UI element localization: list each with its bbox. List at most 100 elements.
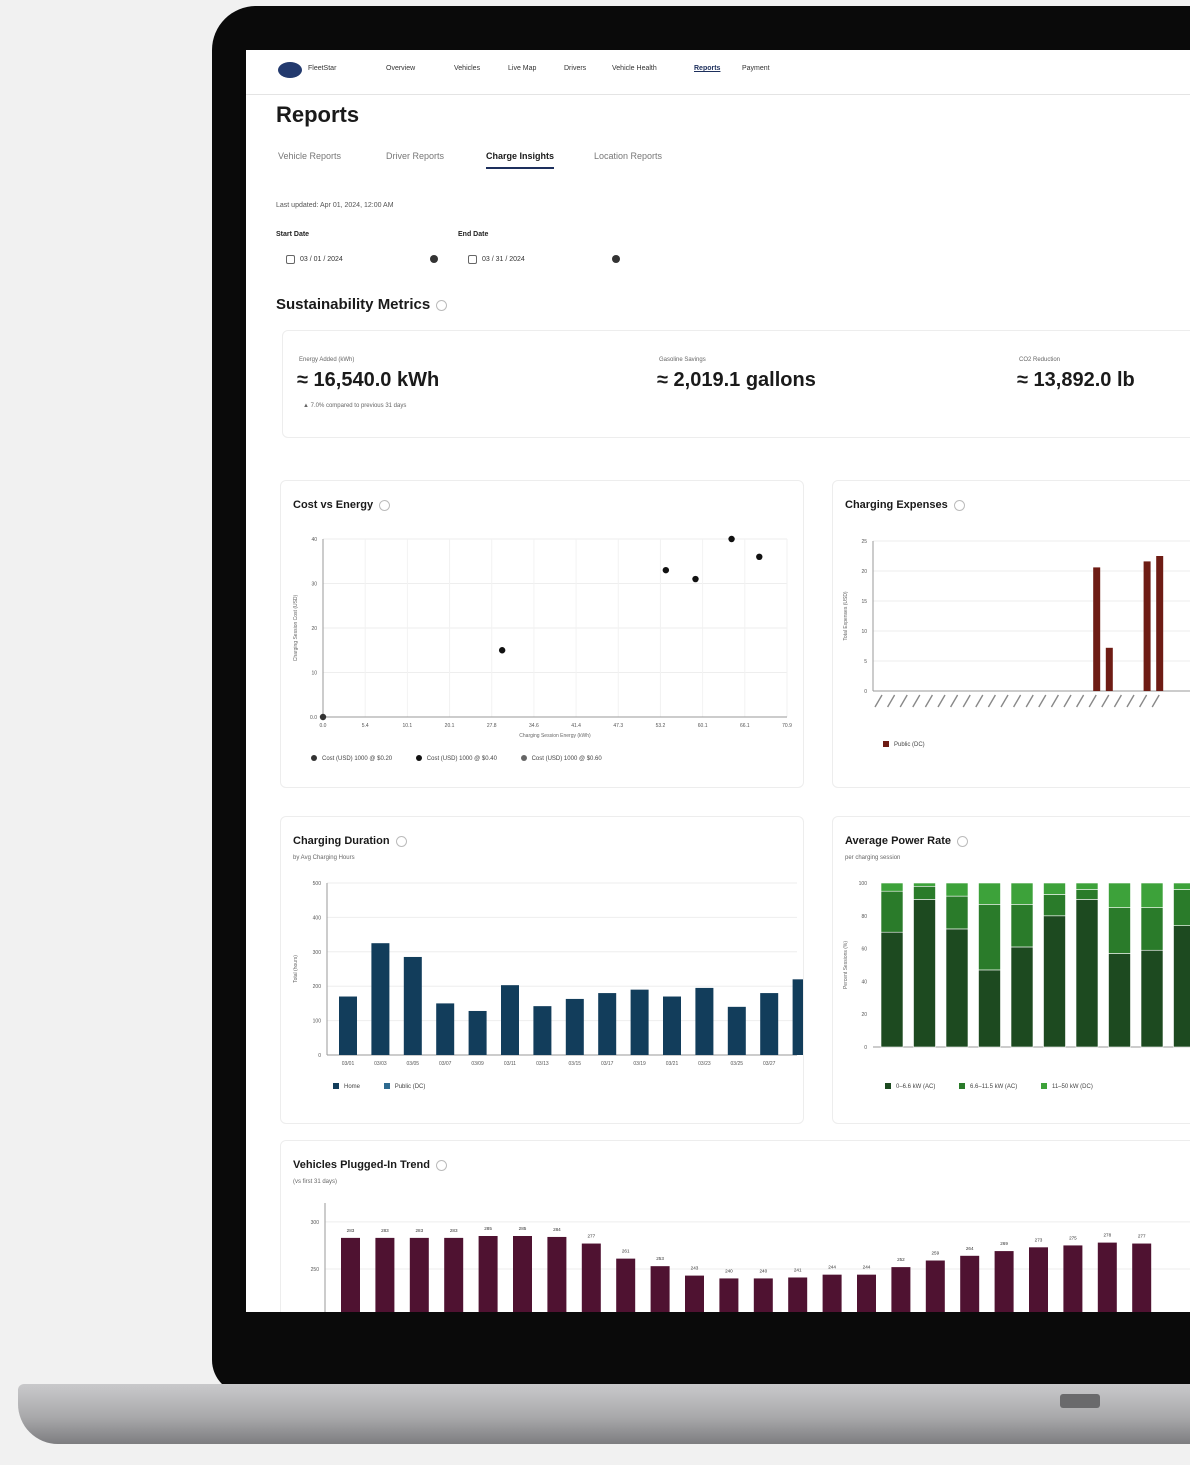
x-tick-mark [1113, 694, 1123, 708]
trend-bar [685, 1275, 704, 1312]
info-icon[interactable] [379, 499, 391, 511]
end-date-input[interactable]: 03 / 31 / 2024 [458, 250, 626, 272]
metric-energy-change: ▲ 7.0% compared to previous 31 days [303, 403, 407, 409]
clear-icon[interactable] [612, 255, 620, 263]
average-power-rate-plot: 0 20 40 60 80 100 Percent Sessions (%) [843, 881, 1190, 1051]
calendar-icon [468, 255, 477, 264]
trend-bar [753, 1278, 773, 1312]
y-tick-label: 300 [313, 950, 322, 956]
legend-item[interactable]: 6.6–11.5 kW (AC) [959, 1083, 1017, 1090]
data-label: 284 [553, 1227, 561, 1232]
info-icon[interactable] [436, 299, 448, 311]
data-label: 283 [381, 1228, 389, 1233]
page-title: Reports [276, 102, 360, 127]
legend-label: Cost (USD) 1000 @ $0.20 [322, 755, 393, 762]
trend-bar [478, 1236, 498, 1312]
power-rate-bar-segment [1043, 894, 1066, 917]
x-tick-label: 03/17 [601, 1061, 614, 1067]
duration-bar [760, 993, 779, 1055]
legend-item[interactable]: 0–6.6 kW (AC) [885, 1083, 936, 1090]
nav-brand[interactable]: FleetStar [308, 65, 336, 72]
nav-item-live-map[interactable]: Live Map [508, 65, 536, 72]
x-tick-label: 53.2 [656, 723, 666, 729]
legend-label: Cost (USD) 1000 @ $0.40 [426, 755, 497, 762]
tab-location-reports[interactable]: Location Reports [594, 151, 662, 161]
power-rate-bar-segment [1010, 904, 1034, 948]
nav-item-vehicle-health[interactable]: Vehicle Health [612, 65, 657, 72]
x-tick-label: 10.1 [402, 723, 412, 729]
y-tick-label: 100 [313, 1019, 322, 1025]
data-label: 278 [1103, 1233, 1111, 1238]
y-tick-label: 5 [864, 659, 867, 665]
tab-charge-insights[interactable]: Charge Insights [486, 151, 555, 169]
clear-icon[interactable] [430, 255, 438, 263]
scatter-point [319, 713, 327, 721]
legend-label: 0–6.6 kW (AC) [896, 1083, 936, 1090]
duration-bar [630, 989, 649, 1055]
expense-bar [1156, 556, 1164, 691]
legend-item[interactable]: Home [333, 1083, 360, 1090]
power-rate-bar-segment [913, 882, 936, 887]
duration-bar [663, 996, 681, 1055]
trend-bar [616, 1258, 636, 1312]
x-tick-mark [1025, 694, 1034, 708]
y-tick-label: 0.0 [310, 715, 317, 721]
y-tick-label: 0 [318, 1053, 321, 1059]
top-nav: FleetStar Overview Vehicles Live Map Dri… [246, 50, 1190, 95]
trend-bar [719, 1278, 739, 1312]
nav-item-payment[interactable]: Payment [742, 65, 770, 72]
nav-item-reports[interactable]: Reports [694, 65, 720, 72]
charging-expenses-legend: Public (DC) [883, 741, 947, 748]
metric-energy-value: ≈ 16,540.0 kWh [297, 369, 440, 391]
y-tick-label: 80 [861, 914, 867, 920]
x-tick-mark [1000, 694, 1009, 708]
metric-energy-label: Energy Added (kWh) [299, 357, 355, 363]
info-icon[interactable] [395, 835, 407, 847]
nav-item-vehicles[interactable]: Vehicles [454, 65, 480, 72]
info-icon[interactable] [956, 835, 968, 847]
scatter-point [662, 566, 670, 574]
nav-item-drivers[interactable]: Drivers [564, 65, 586, 72]
tab-vehicle-reports[interactable]: Vehicle Reports [278, 151, 341, 161]
x-tick-label: 03/03 [374, 1061, 387, 1067]
legend-item[interactable]: Cost (USD) 1000 @ $0.60 [520, 755, 602, 762]
power-rate-bar-segment [1173, 882, 1190, 890]
power-rate-bar-segment [945, 882, 969, 897]
power-rate-bar-segment [1140, 882, 1164, 908]
legend-label: Public (DC) [394, 1083, 426, 1090]
y-tick-label: 15 [861, 599, 867, 605]
trend-bar [547, 1236, 567, 1312]
x-tick-label: 60.1 [698, 723, 708, 729]
y-tick-label: 20 [861, 1012, 867, 1018]
start-date-input[interactable]: 03 / 01 / 2024 [276, 250, 444, 272]
data-label: 264 [966, 1246, 974, 1251]
duration-bar [533, 1006, 552, 1055]
x-tick-label: 03/15 [569, 1061, 582, 1067]
nav-item-overview[interactable]: Overview [386, 65, 415, 72]
info-icon[interactable] [953, 499, 965, 511]
y-tick-label: 300 [311, 1220, 320, 1226]
legend-item[interactable]: Public (DC) [383, 1083, 426, 1090]
legend-item[interactable]: Public (DC) [883, 741, 925, 748]
data-label: 283 [415, 1228, 423, 1233]
y-tick-label: 10 [861, 629, 867, 635]
duration-bar [792, 979, 803, 1055]
data-label: 240 [725, 1268, 733, 1273]
info-icon[interactable] [435, 1159, 447, 1171]
trend-bar [960, 1255, 980, 1312]
tab-driver-reports[interactable]: Driver Reports [386, 151, 444, 161]
legend-swatch [383, 1083, 390, 1089]
scatter-point [756, 553, 763, 560]
y-tick-label: 20 [311, 626, 317, 632]
legend-item[interactable]: 11–50 kW (DC) [1040, 1083, 1093, 1090]
brand-logo-icon[interactable] [278, 62, 302, 78]
x-tick-label: 03/25 [731, 1061, 744, 1067]
scatter-point [692, 575, 699, 583]
legend-item[interactable]: Cost (USD) 1000 @ $0.20 [311, 755, 393, 762]
legend-item[interactable]: Cost (USD) 1000 @ $0.40 [415, 755, 497, 762]
x-tick-mark [949, 694, 959, 708]
vehicles-plugged-in-card: Vehicles Plugged-In Trend (vs first 31 d… [280, 1140, 1190, 1312]
trend-bar [822, 1274, 842, 1312]
y-axis-label: Percent Sessions (%) [843, 941, 849, 989]
trend-bar [581, 1243, 601, 1312]
